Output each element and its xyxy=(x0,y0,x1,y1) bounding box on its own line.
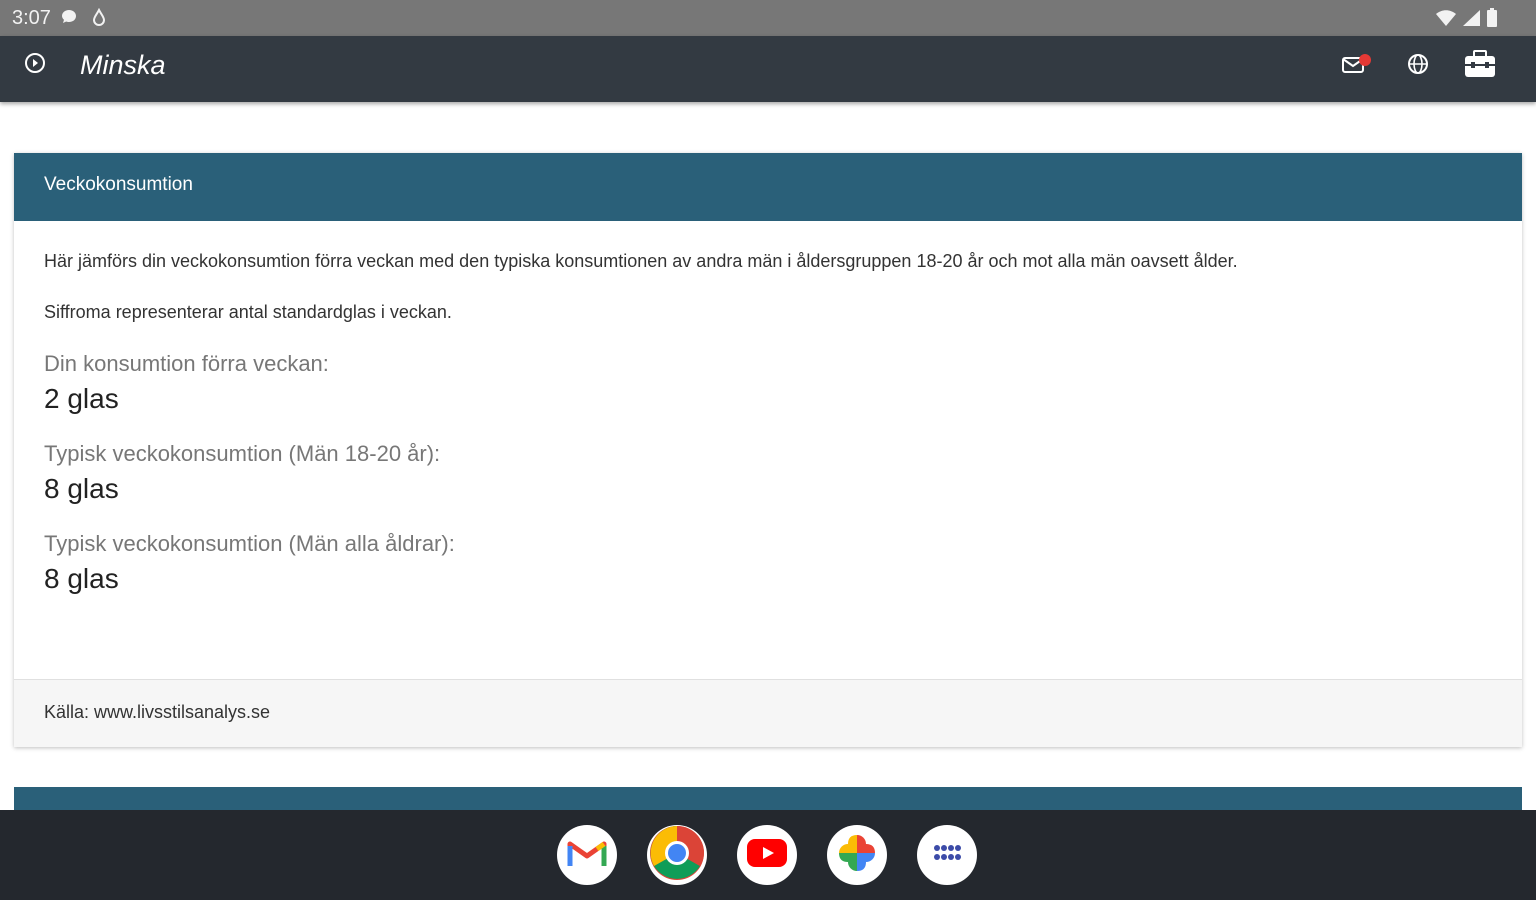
notification-badge xyxy=(1359,54,1371,66)
app-dock xyxy=(0,810,1536,900)
typical-18-20-label: Typisk veckokonsumtion (Män 18-20 år): xyxy=(44,441,441,466)
app-title: Minska xyxy=(80,50,166,80)
youtube-icon xyxy=(747,838,787,872)
own-consumption-label: Din konsumtion förra veckan: xyxy=(44,351,329,376)
menu-circle-icon xyxy=(23,51,47,80)
gmail-app[interactable] xyxy=(557,825,617,885)
chrome-icon xyxy=(649,825,705,886)
status-bar: 3:07 xyxy=(0,0,1536,36)
typical-all-ages-value: 8 glas xyxy=(44,563,119,594)
card-body: Här jämförs din veckokonsumtion förra ve… xyxy=(14,221,1522,595)
signal-icon xyxy=(1462,9,1480,32)
battery-icon xyxy=(1486,8,1498,33)
app-bar: Minska xyxy=(0,36,1536,102)
status-time: 3:07 xyxy=(12,7,51,29)
typical-all-ages-label: Typisk veckokonsumtion (Män alla åldrar)… xyxy=(44,531,455,556)
photos-icon xyxy=(835,831,879,880)
briefcase-icon xyxy=(1462,49,1498,84)
card-header: Veckokonsumtion xyxy=(14,153,1522,221)
source-footer: Källa: www.livsstilsanalys.se xyxy=(14,679,1522,747)
app-drawer[interactable] xyxy=(917,825,977,885)
intro-text: Här jämförs din veckokonsumtion förra ve… xyxy=(44,251,1238,271)
chrome-app[interactable] xyxy=(647,825,707,885)
language-button[interactable] xyxy=(1400,48,1436,84)
globe-icon xyxy=(1406,52,1430,81)
youtube-app[interactable] xyxy=(737,825,797,885)
toolbox-button[interactable] xyxy=(1462,48,1498,84)
chat-bubble-icon xyxy=(60,8,78,31)
messages-button[interactable] xyxy=(1338,48,1374,84)
wifi-icon xyxy=(1436,9,1456,32)
typical-18-20-value: 8 glas xyxy=(44,473,119,504)
photos-app[interactable] xyxy=(827,825,887,885)
gmail-icon xyxy=(567,838,607,873)
note-text: Siffroma representerar antal standardgla… xyxy=(44,302,452,322)
weekly-consumption-card: Veckokonsumtion Här jämförs din veckokon… xyxy=(14,153,1522,747)
app-drawer-icon xyxy=(932,843,962,868)
drop-icon xyxy=(92,7,106,31)
own-consumption-value: 2 glas xyxy=(44,383,119,414)
menu-button[interactable] xyxy=(20,50,50,80)
